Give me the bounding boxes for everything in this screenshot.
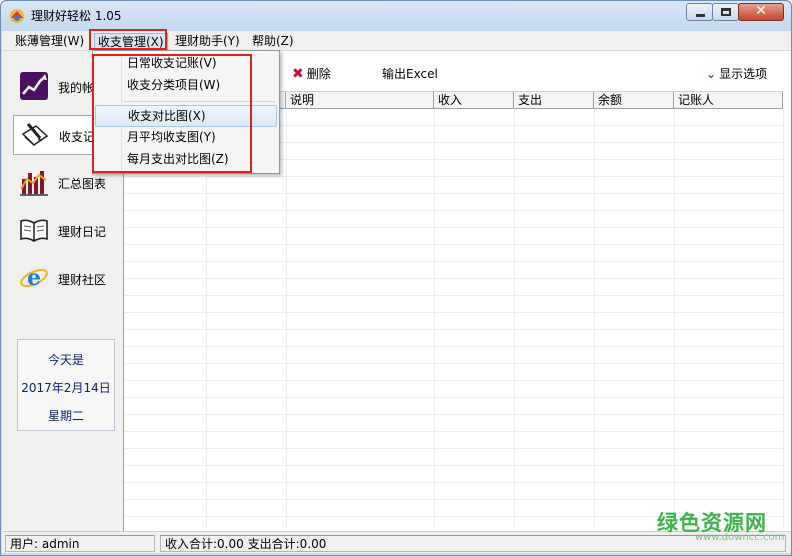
nav-label: 收支记	[59, 130, 96, 144]
minimize-icon	[696, 14, 705, 17]
grid-divider	[434, 109, 435, 528]
export-excel-button[interactable]: 输出Excel	[382, 65, 438, 82]
delete-label: 删除	[306, 67, 331, 81]
nav-label: 汇总图表	[58, 177, 107, 191]
title-bar[interactable]: 理财好轻松 1.05 ✕	[1, 1, 791, 31]
weekday-value: 星期二	[47, 409, 84, 423]
bar-chart-icon	[20, 171, 48, 196]
date-heading: 今天是	[47, 353, 84, 367]
grid-divider	[594, 109, 595, 528]
highlight-box-menu	[89, 29, 167, 50]
grid-divider	[674, 109, 675, 528]
date-value: 2017年2月14日	[21, 381, 111, 395]
grid-divider	[286, 109, 287, 528]
app-logo-icon	[10, 9, 24, 23]
column-header-income[interactable]: 收入	[434, 92, 514, 109]
window-title: 理财好轻松 1.05	[31, 9, 122, 23]
menu-help[interactable]: 帮助(Z)	[249, 33, 297, 50]
minimize-button[interactable]	[686, 3, 713, 21]
column-header-expense[interactable]: 支出	[514, 92, 594, 109]
delete-button[interactable]: ✖ 删除	[292, 65, 331, 82]
svg-text:e: e	[27, 265, 41, 291]
column-header-balance[interactable]: 余额	[594, 92, 674, 109]
chevron-down-icon: ⌄	[706, 67, 717, 81]
nav-label: 理财日记	[58, 225, 107, 239]
column-header-description[interactable]: 说明	[286, 92, 434, 109]
close-button[interactable]: ✕	[738, 3, 784, 21]
app-window: 理财好轻松 1.05 ✕ 账薄管理(W) 收支管理(X) 理财助手(Y) 帮助(…	[0, 0, 792, 556]
date-panel: 今天是 2017年2月14日 星期二	[17, 339, 115, 431]
highlight-box-dropdown	[92, 54, 252, 173]
maximize-icon	[721, 8, 731, 16]
internet-explorer-icon: e	[20, 265, 48, 291]
maximize-button[interactable]	[712, 3, 739, 21]
menu-account-book[interactable]: 账薄管理(W)	[12, 33, 87, 50]
column-header-recorder[interactable]: 记账人	[674, 92, 783, 109]
nav-item-finance-community[interactable]: e 理财社区	[13, 259, 111, 299]
status-totals: 收入合计:0.00 支出合计:0.00	[160, 535, 786, 552]
nav-label: 我的帐	[58, 81, 95, 95]
display-options-button[interactable]: ⌄ 显示选项	[706, 65, 767, 82]
open-book-icon	[20, 219, 48, 242]
menu-finance-helper[interactable]: 理财助手(Y)	[172, 33, 243, 50]
status-user: 用户: admin	[5, 535, 155, 552]
grid-divider	[514, 109, 515, 528]
nav-label: 理财社区	[58, 273, 107, 287]
display-options-label: 显示选项	[719, 67, 768, 81]
nav-item-finance-diary[interactable]: 理财日记	[13, 211, 111, 251]
close-icon: ✕	[755, 3, 767, 19]
stock-chart-icon	[20, 72, 48, 100]
watermark-url: www.downcc.com	[695, 532, 785, 543]
grid-divider	[783, 109, 784, 528]
delete-icon: ✖	[292, 66, 304, 82]
notebook-pen-icon	[21, 123, 49, 146]
